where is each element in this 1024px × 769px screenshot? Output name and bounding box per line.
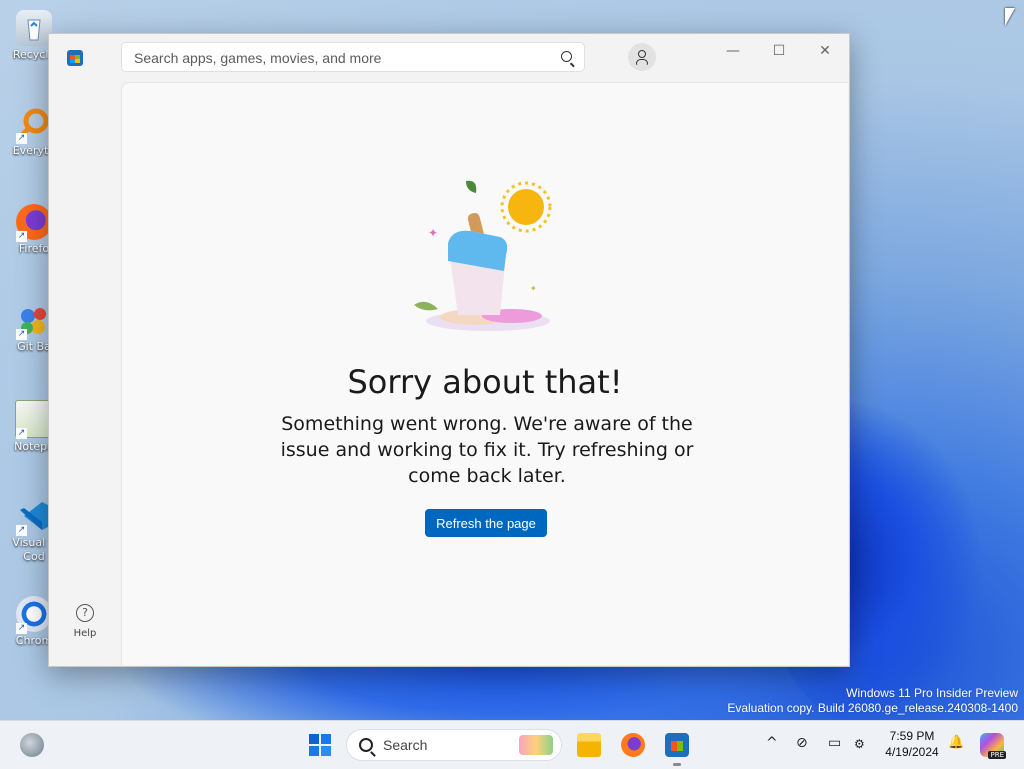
shortcut-arrow-icon: ↗ bbox=[16, 231, 27, 242]
git-bash-icon: ↗ bbox=[16, 302, 52, 340]
shortcut-arrow-icon: ↗ bbox=[16, 133, 27, 144]
shortcut-arrow-icon: ↗ bbox=[16, 329, 27, 340]
melting-popsicle-illustration: ✦ ✦ bbox=[414, 180, 552, 331]
mouse-cursor-icon bbox=[1005, 8, 1015, 26]
everything-search-icon: ↗ bbox=[16, 106, 52, 144]
network-disconnected-icon[interactable]: ⊘ bbox=[796, 735, 808, 751]
recycle-bin-icon bbox=[16, 10, 52, 46]
close-button[interactable]: ✕ bbox=[803, 40, 847, 62]
clock[interactable]: 7:59 PM 4/19/2024 bbox=[876, 728, 948, 760]
sparkle-icon: ✦ bbox=[428, 226, 438, 240]
file-explorer-icon[interactable] bbox=[577, 733, 601, 757]
notification-bell-icon[interactable]: 🔔 bbox=[948, 735, 964, 750]
shortcut-arrow-icon: ↗ bbox=[16, 525, 27, 536]
help-icon: ? bbox=[76, 604, 94, 622]
shortcut-arrow-icon: ↗ bbox=[16, 428, 27, 439]
minimize-button[interactable]: — bbox=[711, 40, 755, 62]
firefox-icon[interactable] bbox=[621, 733, 645, 757]
search-icon[interactable] bbox=[561, 51, 572, 62]
store-sidebar: ? Help bbox=[49, 82, 121, 666]
clock-time: 7:59 PM bbox=[889, 729, 935, 743]
copilot-preview-badge: PRE bbox=[988, 751, 1006, 759]
watermark-line: Windows 11 Pro Insider Preview bbox=[846, 686, 1018, 700]
watermark-line: Evaluation copy. Build 26080.ge_release.… bbox=[727, 701, 1018, 715]
microsoft-store-icon[interactable] bbox=[665, 733, 689, 757]
clock-date: 4/19/2024 bbox=[885, 745, 939, 759]
sun-icon bbox=[508, 189, 544, 225]
display-icon[interactable]: ▭ bbox=[828, 735, 841, 751]
search-highlight-icon bbox=[519, 735, 553, 755]
sparkle-icon: ✦ bbox=[530, 284, 537, 293]
show-hidden-icons-chevron-icon[interactable]: ^ bbox=[766, 735, 778, 751]
help-button[interactable]: ? Help bbox=[65, 604, 105, 639]
chrome-icon: ↗ bbox=[16, 596, 52, 634]
taskbar: Search ^ ⊘ ▭ ⚙ 7:59 PM 4/19/2024 🔔 PRE bbox=[0, 720, 1024, 769]
error-message: Something went wrong. We're aware of the… bbox=[280, 413, 694, 487]
accessibility-icon[interactable]: ⚙ bbox=[854, 737, 865, 751]
error-title: Sorry about that! bbox=[347, 363, 623, 401]
copilot-icon[interactable]: PRE bbox=[980, 733, 1006, 759]
leaf-icon bbox=[414, 301, 438, 311]
store-window: — ☐ ✕ ? Help ✦ ✦ Sorry about that! Somet… bbox=[48, 33, 850, 667]
maximize-button[interactable]: ☐ bbox=[757, 40, 801, 62]
evaluation-watermark: Windows 11 Pro Insider Preview Evaluatio… bbox=[727, 686, 1018, 716]
active-app-indicator bbox=[673, 763, 681, 766]
widgets-icon[interactable] bbox=[20, 733, 44, 757]
vscode-icon: ↗ bbox=[16, 498, 52, 536]
help-label: Help bbox=[73, 628, 97, 639]
firefox-icon: ↗ bbox=[16, 204, 52, 242]
account-icon[interactable] bbox=[628, 43, 656, 71]
microsoft-store-icon bbox=[67, 50, 83, 66]
search-icon bbox=[359, 738, 373, 752]
start-button[interactable] bbox=[309, 734, 331, 756]
taskbar-search[interactable]: Search bbox=[346, 729, 562, 761]
shortcut-arrow-icon: ↗ bbox=[16, 623, 27, 634]
store-search-input[interactable] bbox=[132, 49, 556, 67]
store-search-box[interactable] bbox=[121, 42, 585, 72]
refresh-page-button[interactable]: Refresh the page bbox=[425, 509, 547, 537]
leaf-icon bbox=[466, 180, 477, 193]
store-content: ✦ ✦ Sorry about that! Something went wro… bbox=[121, 82, 848, 665]
taskbar-search-label: Search bbox=[383, 737, 428, 753]
